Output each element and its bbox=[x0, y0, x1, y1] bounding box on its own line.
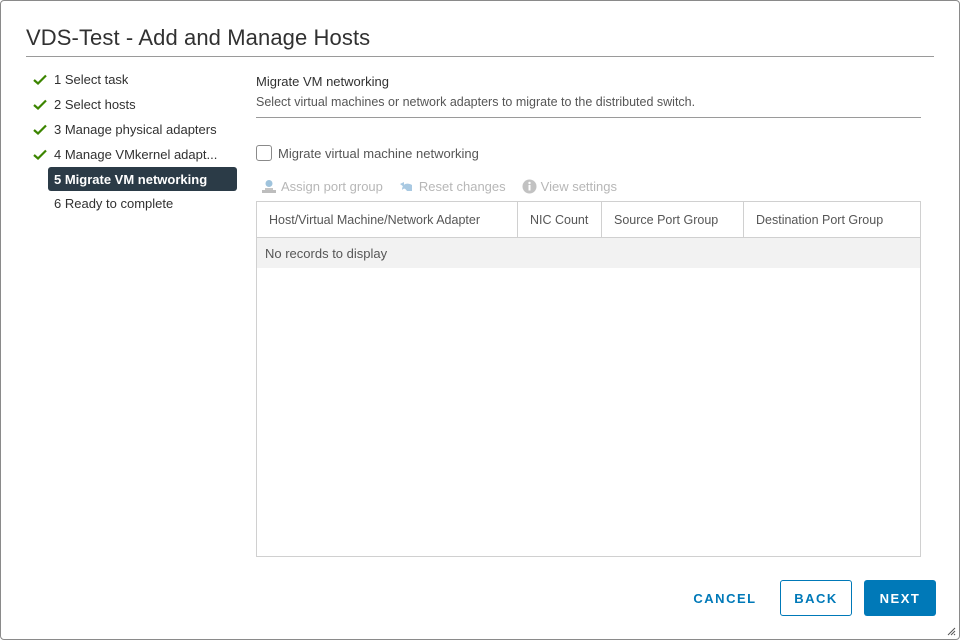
assign-port-group-button[interactable]: Assign port group bbox=[261, 179, 383, 194]
info-icon bbox=[522, 179, 537, 194]
step-label: 6 Ready to complete bbox=[54, 196, 174, 211]
migrate-vm-networking-checkbox[interactable] bbox=[256, 145, 272, 161]
reset-changes-button[interactable]: Reset changes bbox=[399, 179, 506, 194]
vm-networking-grid: Host/Virtual Machine/Network Adapter NIC… bbox=[256, 201, 921, 557]
resize-handle-icon[interactable] bbox=[946, 626, 956, 636]
assign-port-group-icon bbox=[262, 180, 276, 193]
step-label: 5 Migrate VM networking bbox=[54, 171, 208, 187]
section-description: Select virtual machines or network adapt… bbox=[256, 95, 696, 109]
view-settings-label: View settings bbox=[540, 179, 617, 194]
title-divider bbox=[26, 56, 934, 57]
grid-empty-message: No records to display bbox=[257, 238, 920, 268]
step-manage-physical-adapters[interactable]: 3 Manage physical adapters bbox=[27, 117, 239, 142]
checkbox-label[interactable]: Migrate virtual machine networking bbox=[278, 146, 479, 161]
column-header-host-vm-adapter[interactable]: Host/Virtual Machine/Network Adapter bbox=[257, 202, 518, 237]
back-button[interactable]: BACK bbox=[780, 580, 852, 616]
step-label: 3 Manage physical adapters bbox=[54, 122, 217, 137]
migrate-vm-networking-checkbox-row[interactable]: Migrate virtual machine networking bbox=[256, 145, 479, 161]
next-button[interactable]: NEXT bbox=[864, 580, 936, 616]
step-select-hosts[interactable]: 2 Select hosts bbox=[27, 92, 239, 117]
step-label: 1 Select task bbox=[54, 72, 129, 87]
step-migrate-vm-networking[interactable]: 5 Migrate VM networking bbox=[48, 167, 237, 191]
step-select-task[interactable]: 1 Select task bbox=[27, 67, 239, 92]
undo-icon bbox=[399, 182, 412, 191]
cancel-button[interactable]: CANCEL bbox=[685, 580, 765, 616]
step-label: 2 Select hosts bbox=[54, 97, 136, 112]
column-header-destination-port-group[interactable]: Destination Port Group bbox=[744, 202, 920, 237]
reset-changes-label: Reset changes bbox=[418, 179, 506, 194]
section-title: Migrate VM networking bbox=[256, 74, 389, 89]
check-icon bbox=[27, 149, 48, 160]
wizard-steps: 1 Select task 2 Select hosts 3 Manage ph… bbox=[27, 67, 239, 216]
grid-toolbar: Assign port group Reset changes View set… bbox=[261, 179, 633, 194]
wizard-dialog: VDS-Test - Add and Manage Hosts 1 Select… bbox=[0, 0, 960, 640]
grid-header: Host/Virtual Machine/Network Adapter NIC… bbox=[257, 202, 920, 238]
view-settings-button[interactable]: View settings bbox=[522, 179, 617, 194]
step-label: 4 Manage VMkernel adapt... bbox=[54, 147, 218, 162]
column-header-source-port-group[interactable]: Source Port Group bbox=[602, 202, 744, 237]
check-icon bbox=[27, 99, 48, 110]
check-icon bbox=[27, 124, 48, 135]
dialog-title: VDS-Test - Add and Manage Hosts bbox=[26, 25, 371, 50]
check-icon bbox=[27, 74, 48, 85]
step-ready-to-complete[interactable]: 6 Ready to complete bbox=[27, 191, 239, 216]
assign-port-group-label: Assign port group bbox=[281, 179, 383, 194]
section-divider bbox=[256, 117, 921, 118]
column-header-nic-count[interactable]: NIC Count bbox=[518, 202, 602, 237]
step-manage-vmkernel-adapters[interactable]: 4 Manage VMkernel adapt... bbox=[27, 142, 239, 167]
